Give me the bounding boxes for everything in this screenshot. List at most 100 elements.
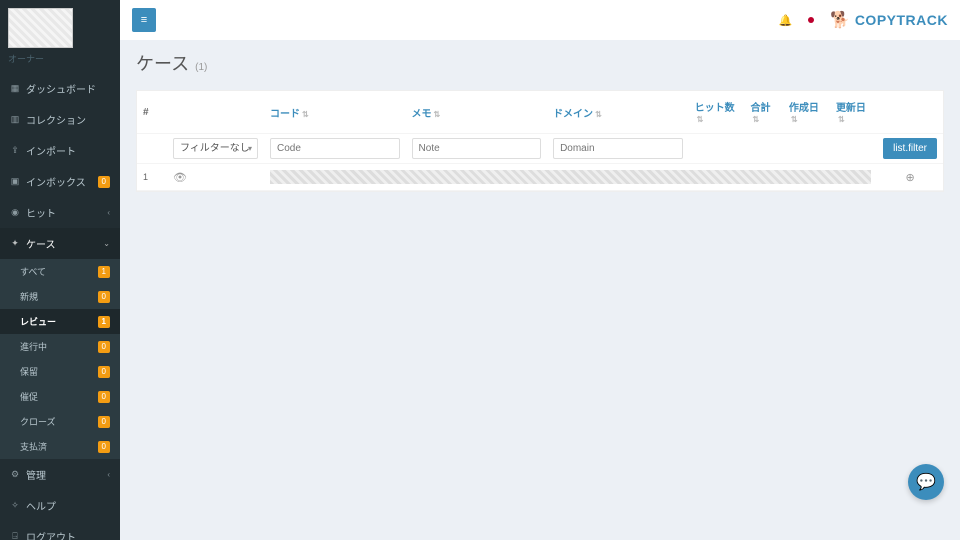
subnav-label: 催促 <box>20 390 38 403</box>
col-created[interactable]: 作成日⇅ <box>783 91 830 134</box>
sort-icon: ⇅ <box>791 115 798 124</box>
sort-icon: ⇅ <box>302 110 309 119</box>
sidebar-item-inbox[interactable]: ▣ インボックス 0 <box>0 166 120 197</box>
badge: 0 <box>98 366 110 378</box>
sidebar-item-label: 管理 <box>26 467 46 482</box>
sort-icon: ⇅ <box>434 110 441 119</box>
sort-icon: ⇅ <box>752 115 759 124</box>
dog-icon: 🐕 <box>830 10 850 30</box>
badge: 1 <box>98 266 110 278</box>
subnav-item-inprogress[interactable]: 進行中 0 <box>0 334 120 359</box>
language-flag-jp[interactable] <box>804 13 818 27</box>
sidebar-item-label: ログアウト <box>26 529 76 540</box>
subnav-label: 進行中 <box>20 340 47 353</box>
chevron-left-icon: ‹ <box>107 470 110 479</box>
brand-logo[interactable]: 🐕 COPYTRACK <box>830 10 948 30</box>
col-total[interactable]: 合計⇅ <box>744 91 782 134</box>
cases-subnav: すべて 1 新規 0 レビュー 1 進行中 0 保留 0 催促 0 クローズ 0 支払済 0 <box>0 259 120 459</box>
filter-domain-input[interactable] <box>553 138 683 159</box>
subnav-label: レビュー <box>20 315 56 328</box>
sidebar-item-cases[interactable]: ✦ ケース ⌄ <box>0 228 120 259</box>
badge: 0 <box>98 341 110 353</box>
bell-icon[interactable]: 🔔 <box>779 14 793 27</box>
sort-icon: ⇅ <box>595 110 602 119</box>
subnav-item-close[interactable]: クローズ 0 <box>0 409 120 434</box>
inbox-icon: ▣ <box>10 177 20 187</box>
chevron-down-icon: ⌄ <box>103 239 110 248</box>
sidebar-item-admin[interactable]: ⚙ 管理 ‹ <box>0 459 120 490</box>
col-domain[interactable]: ドメイン⇅ <box>547 91 689 134</box>
sidebar-item-logout[interactable]: ⍈ログアウト <box>0 521 120 540</box>
inbox-badge: 0 <box>98 176 110 188</box>
chat-bubble-button[interactable]: 💬 <box>908 464 944 500</box>
sidebar-item-collection[interactable]: ▥ コレクション <box>0 104 120 135</box>
sidebar-nav: ▦ダッシュボード ▥ コレクション ⇪ インポート ▣ インボックス 0 ◉ ヒット ‹… <box>0 73 120 540</box>
subnav-item-new[interactable]: 新規 0 <box>0 284 120 309</box>
sidebar-item-label: ヒット <box>26 205 56 220</box>
chevron-left-icon: ‹ <box>107 208 110 217</box>
chat-icon: 💬 <box>916 472 936 492</box>
sidebar-item-label: ダッシュボード <box>26 81 96 96</box>
sidebar-item-label: コレクション <box>26 112 86 127</box>
page-title: ケース (1) <box>120 40 960 80</box>
subnav-label: すべて <box>20 265 46 278</box>
col-memo[interactable]: メモ⇅ <box>406 91 548 134</box>
filter-button[interactable]: list.filter <box>883 138 937 159</box>
subnav-label: 新規 <box>20 290 38 303</box>
menu-toggle-button[interactable]: ≡ <box>132 8 156 32</box>
sidebar-item-label: ケース <box>26 236 56 251</box>
cases-table-panel: # コード⇅ メモ⇅ ドメイン⇅ ヒット数⇅ 合計⇅ 作成日⇅ 更新日⇅ <box>136 90 944 192</box>
owner-label: オーナー <box>8 52 112 65</box>
filter-code-input[interactable] <box>270 138 400 159</box>
badge: 0 <box>98 391 110 403</box>
cases-icon: ✦ <box>10 239 20 249</box>
hits-icon: ◉ <box>10 208 20 218</box>
import-icon: ⇪ <box>10 146 20 156</box>
sort-icon: ⇅ <box>697 115 704 124</box>
badge: 0 <box>98 416 110 428</box>
table-row[interactable]: 1 👁 ⊕ <box>137 164 943 191</box>
sidebar-item-help[interactable]: ✧ ヘルプ <box>0 490 120 521</box>
col-hits[interactable]: ヒット数⇅ <box>689 91 745 134</box>
badge: 0 <box>98 291 110 303</box>
avatar[interactable] <box>8 8 73 48</box>
badge: 1 <box>98 316 110 328</box>
gear-icon: ⚙ <box>10 470 20 480</box>
hamburger-icon: ≡ <box>141 14 147 26</box>
redacted-content <box>270 170 871 184</box>
row-action-icon[interactable]: ⊕ <box>905 172 914 184</box>
col-code[interactable]: コード⇅ <box>264 91 406 134</box>
sidebar-item-import[interactable]: ⇪ インポート <box>0 135 120 166</box>
col-actions <box>877 91 943 134</box>
sidebar-item-hits[interactable]: ◉ ヒット ‹ <box>0 197 120 228</box>
eye-icon[interactable]: 👁 <box>173 172 187 184</box>
page-title-text: ケース <box>136 50 189 76</box>
sidebar-item-label: インボックス <box>26 174 86 189</box>
subnav-label: 保留 <box>20 365 38 378</box>
subnav-item-paid[interactable]: 支払済 0 <box>0 434 120 459</box>
filter-note-input[interactable] <box>412 138 542 159</box>
help-icon: ✧ <box>10 501 20 511</box>
subnav-item-remind[interactable]: 催促 0 <box>0 384 120 409</box>
cases-table: # コード⇅ メモ⇅ ドメイン⇅ ヒット数⇅ 合計⇅ 作成日⇅ 更新日⇅ <box>137 91 943 191</box>
sidebar-item-label: ヘルプ <box>26 498 56 513</box>
subnav-item-all[interactable]: すべて 1 <box>0 259 120 284</box>
col-updated[interactable]: 更新日⇅ <box>830 91 877 134</box>
subnav-label: クローズ <box>20 415 56 428</box>
filter-select[interactable]: フィルターなし <box>173 138 258 159</box>
sidebar-item-label: インポート <box>26 143 76 158</box>
sidebar-profile: オーナー <box>0 0 120 73</box>
filter-row: フィルターなし ▾ list.filter <box>137 134 943 164</box>
subnav-item-review[interactable]: レビュー 1 <box>0 309 120 334</box>
brand-name: COPYTRACK <box>855 12 948 28</box>
subnav-item-pending[interactable]: 保留 0 <box>0 359 120 384</box>
col-num: # <box>137 91 167 134</box>
badge: 0 <box>98 441 110 453</box>
topbar: ≡ 🔔 🐕 COPYTRACK <box>120 0 960 40</box>
collection-icon: ▥ <box>10 115 20 125</box>
subnav-label: 支払済 <box>20 440 47 453</box>
sort-icon: ⇅ <box>838 115 845 124</box>
sidebar: オーナー ▦ダッシュボード ▥ コレクション ⇪ インポート ▣ インボックス 0 ◉… <box>0 0 120 540</box>
row-index: 1 <box>137 164 167 191</box>
sidebar-item-dashboard[interactable]: ▦ダッシュボード <box>0 73 120 104</box>
